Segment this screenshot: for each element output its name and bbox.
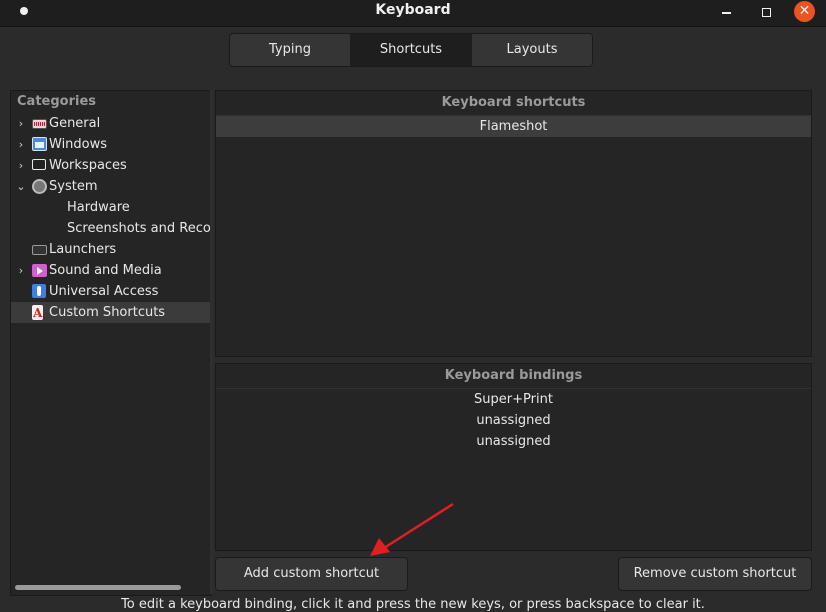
system-icon <box>32 179 47 194</box>
binding-row[interactable]: unassigned <box>216 410 811 431</box>
bindings-header: Keyboard bindings <box>216 364 811 389</box>
sound-icon <box>32 264 47 277</box>
title-bar: Keyboard ✕ <box>0 0 826 27</box>
shortcut-row[interactable]: Flameshot <box>216 116 811 137</box>
category-system[interactable]: ⌄ System <box>11 176 211 197</box>
horizontal-scrollbar[interactable] <box>15 585 181 590</box>
category-label: Windows <box>49 137 108 152</box>
category-universal-access[interactable]: Universal Access <box>11 281 211 302</box>
add-custom-shortcut-button[interactable]: Add custom shortcut <box>215 557 408 591</box>
chevron-right-icon[interactable]: › <box>15 113 27 134</box>
annotation-arrow-icon <box>370 502 454 556</box>
category-workspaces[interactable]: › Workspaces <box>11 155 211 176</box>
category-label: Sound and Media <box>49 263 162 278</box>
shortcuts-header: Keyboard shortcuts <box>216 91 811 116</box>
category-label: Universal Access <box>49 284 159 299</box>
category-general[interactable]: › General <box>11 113 211 134</box>
chevron-right-icon[interactable]: › <box>15 260 27 281</box>
category-label: Hardware <box>67 200 130 215</box>
category-hardware[interactable]: Hardware <box>11 197 211 218</box>
maximize-button[interactable] <box>756 3 776 23</box>
category-label: System <box>49 179 98 194</box>
category-label: Workspaces <box>49 158 127 173</box>
binding-row[interactable]: Super+Print <box>216 389 811 410</box>
category-screenshots-and-recording[interactable]: Screenshots and Recording <box>11 218 211 239</box>
categories-header: Categories <box>17 94 97 109</box>
category-windows[interactable]: › Windows <box>11 134 211 155</box>
monitor-icon <box>32 159 46 170</box>
categories-list: › General › Windows › Workspaces ⌄ Syste… <box>11 113 211 323</box>
category-custom-shortcuts[interactable]: Custom Shortcuts <box>11 302 211 323</box>
accessibility-icon <box>32 284 46 298</box>
pane-splitter[interactable] <box>210 90 213 594</box>
category-launchers[interactable]: Launchers <box>11 239 211 260</box>
close-button[interactable]: ✕ <box>794 1 815 22</box>
launchers-icon <box>32 245 47 255</box>
category-sound-and-media[interactable]: › Sound and Media <box>11 260 211 281</box>
tab-bar: Typing Shortcuts Layouts <box>229 33 593 67</box>
categories-tree: Categories › General › Windows › Workspa… <box>10 90 212 596</box>
maximize-icon <box>761 8 771 17</box>
tab-layouts[interactable]: Layouts <box>472 34 592 66</box>
category-label: Screenshots and Recording <box>67 221 211 236</box>
category-label: General <box>49 116 101 131</box>
arrow-shaft <box>383 502 454 550</box>
category-label: Launchers <box>49 242 117 257</box>
remove-custom-shortcut-button[interactable]: Remove custom shortcut <box>618 557 812 591</box>
category-label: Custom Shortcuts <box>49 305 166 320</box>
chevron-right-icon[interactable]: › <box>15 155 27 176</box>
windows-icon <box>32 137 47 151</box>
shortcuts-list: Keyboard shortcuts Flameshot <box>215 90 812 357</box>
minimize-button[interactable] <box>716 3 736 23</box>
keyboard-icon <box>32 119 47 129</box>
tab-shortcuts[interactable]: Shortcuts <box>351 34 472 66</box>
window-title: Keyboard <box>375 2 451 18</box>
chevron-down-icon[interactable]: ⌄ <box>15 176 27 197</box>
custom-shortcuts-icon <box>32 303 43 323</box>
minimize-icon <box>721 11 731 14</box>
chevron-right-icon[interactable]: › <box>15 134 27 155</box>
help-text: To edit a keyboard binding, click it and… <box>121 597 705 612</box>
bindings-list: Keyboard bindings Super+Print unassigned… <box>215 363 812 551</box>
tab-typing[interactable]: Typing <box>230 34 351 66</box>
binding-row[interactable]: unassigned <box>216 431 811 452</box>
keyboard-settings-window: Keyboard ✕ Typing Shortcuts Layouts Cate… <box>0 0 826 612</box>
